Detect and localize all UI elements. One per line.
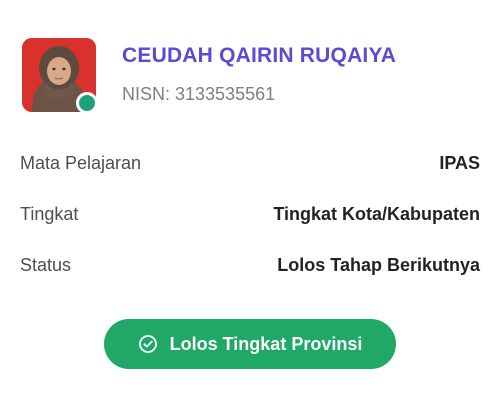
- online-status-dot: [76, 92, 98, 114]
- detail-label: Status: [20, 254, 72, 275]
- detail-value: IPAS: [439, 152, 480, 173]
- detail-value: Lolos Tahap Berikutnya: [277, 254, 480, 275]
- detail-label: Tingkat: [20, 203, 79, 224]
- student-name: CEUDAH QAIRIN RUQAIYA: [122, 44, 397, 67]
- profile-text: CEUDAH QAIRIN RUQAIYA NISN: 3133535561: [122, 38, 396, 106]
- detail-value: Tingkat Kota/Kabupaten: [273, 203, 480, 224]
- check-circle-icon: [138, 334, 158, 354]
- detail-row-level: Tingkat Tingkat Kota/Kabupaten: [20, 199, 480, 229]
- student-profile: CEUDAH QAIRIN RUQAIYA NISN: 3133535561: [22, 38, 396, 114]
- province-level-button-label: Lolos Tingkat Provinsi: [169, 333, 363, 354]
- province-level-button[interactable]: Lolos Tingkat Provinsi: [104, 319, 396, 369]
- avatar-container: [22, 38, 98, 114]
- student-nisn: NISN: 3133535561: [122, 84, 276, 104]
- detail-label: Mata Pelajaran: [20, 152, 142, 173]
- detail-row-subject: Mata Pelajaran IPAS: [20, 148, 480, 178]
- student-result-card: CEUDAH QAIRIN RUQAIYA NISN: 3133535561 M…: [0, 0, 500, 410]
- detail-row-status: Status Lolos Tahap Berikutnya: [20, 250, 480, 280]
